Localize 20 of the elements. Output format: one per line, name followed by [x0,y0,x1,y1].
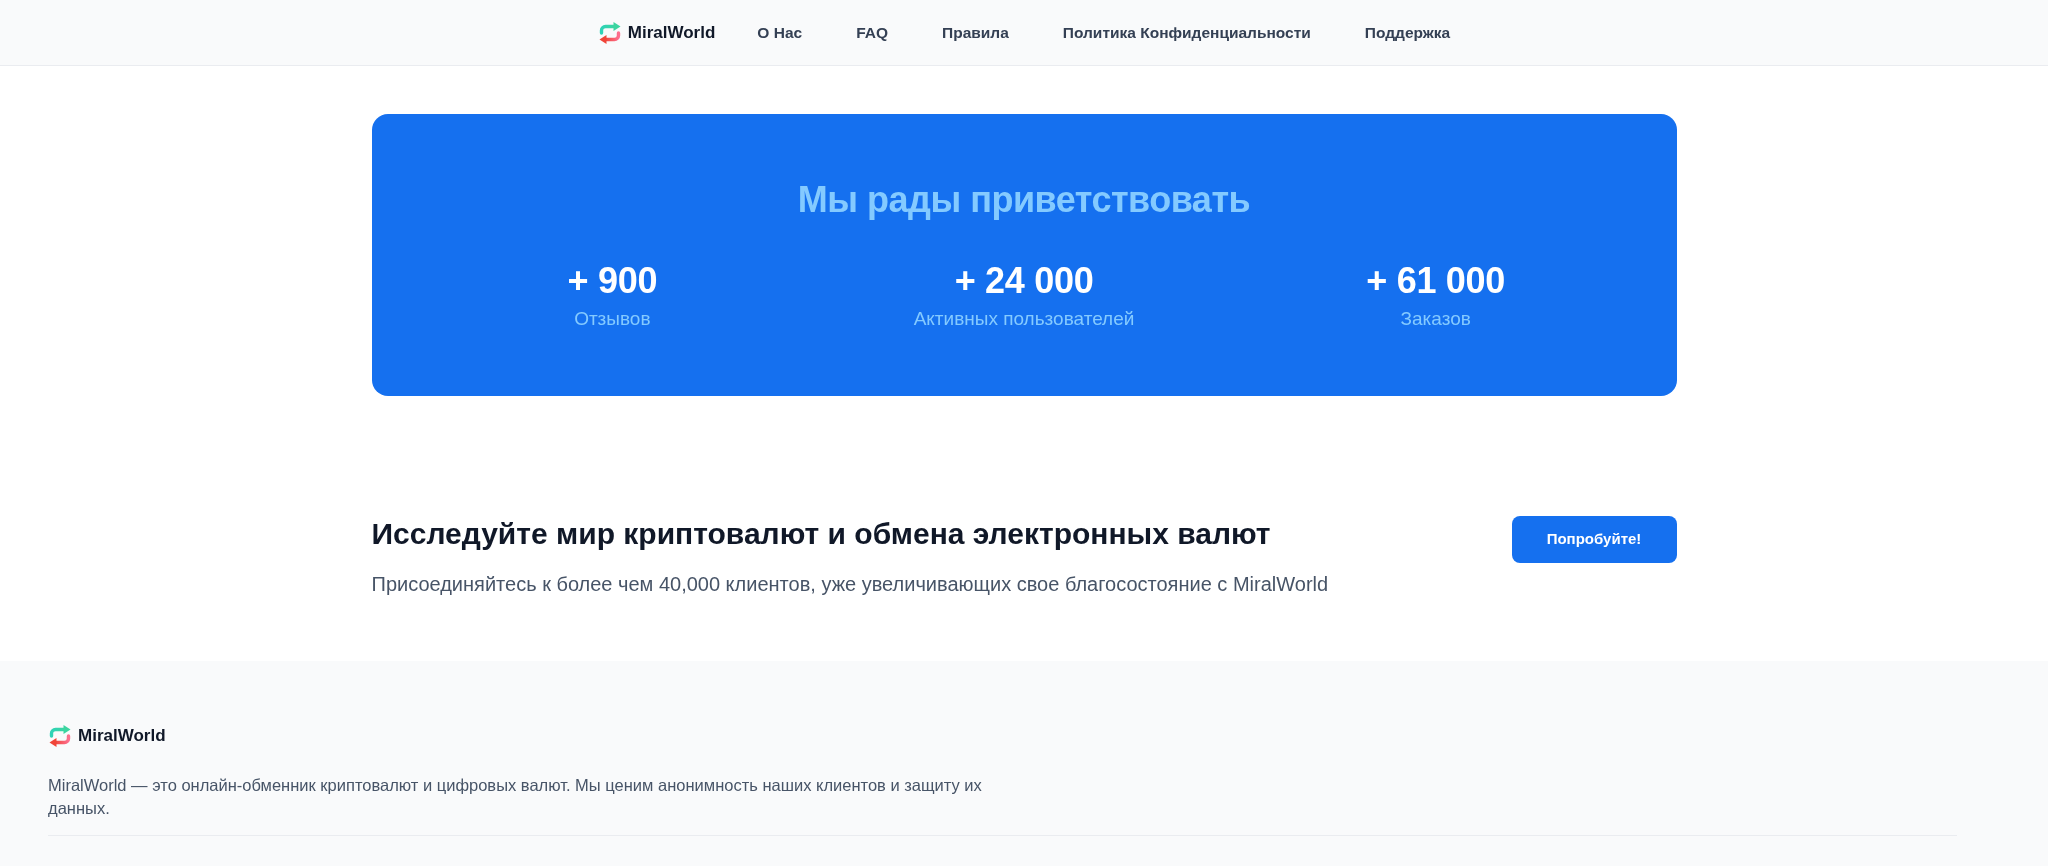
stat-value: + 900 [567,259,658,303]
nav-link[interactable]: Правила [942,20,1009,45]
stat-label: Заказов [1400,307,1471,331]
footer-description: MiralWorld — это онлайн-обменник криптовалют и цифровых валют. Мы ценим анонимность наших клиентов и защиту их данных. [48,774,983,819]
logo-icon [48,723,72,748]
cta-title: Исследуйте мир криптовалют и обмена электронных валют [371,516,1272,552]
stat-label: Отзывов [574,307,651,331]
brand-name: MiralWorld [78,725,166,747]
nav-link[interactable]: Политика Конфиденциальности [1062,20,1311,45]
stat-value: + 61 000 [1366,259,1506,303]
stat-label: Активных пользователей [913,307,1135,331]
try-button[interactable]: Попробуйте! [1511,516,1677,563]
nav-link[interactable]: FAQ [856,20,889,45]
nav-link[interactable]: О Нас [757,20,803,45]
cta-text: Присоединяйтесь к более чем 40,000 клиентов, уже увеличивающих свое благосостояние с MiralWorld [371,572,1329,597]
nav-link[interactable]: Поддержка [1364,20,1451,45]
hero-title: Мы рады приветствовать [796,178,1252,222]
logo-icon [597,20,622,45]
stat-value: + 24 000 [954,259,1094,303]
brand-link[interactable]: MiralWorld [597,19,716,46]
